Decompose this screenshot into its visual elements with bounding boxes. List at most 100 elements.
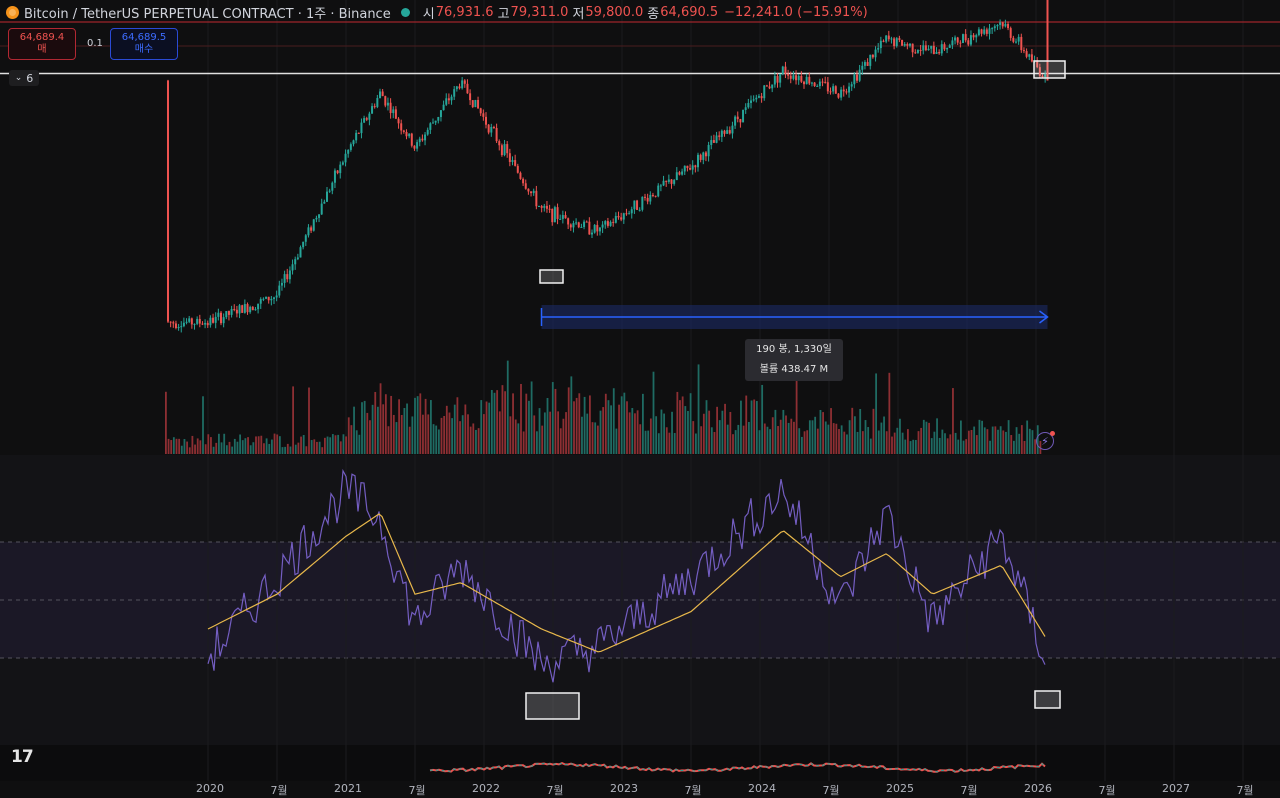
- volume-bar: [178, 438, 181, 454]
- volume-bar: [573, 401, 575, 454]
- candle-body: [848, 86, 851, 93]
- volume-bar: [663, 413, 665, 454]
- candle-body: [225, 311, 228, 318]
- volume-bar: [488, 402, 491, 454]
- candle-body: [273, 297, 275, 299]
- candle-body: [824, 81, 827, 83]
- candle-body: [996, 24, 999, 27]
- volume-bar: [302, 435, 305, 454]
- volume-bar: [806, 430, 809, 454]
- sell-price: 64,689.4: [19, 32, 65, 43]
- x-axis-label: 2020: [196, 782, 224, 795]
- volume-bar: [954, 432, 957, 454]
- volume-bar: [1026, 420, 1029, 454]
- buy-button[interactable]: 64,689.5 매수: [110, 28, 178, 60]
- candle-body: [832, 86, 835, 92]
- volume-bar: [843, 431, 846, 454]
- volume-bar: [930, 438, 933, 454]
- volume-bar: [1013, 440, 1015, 454]
- volume-bar: [888, 372, 891, 454]
- volume-bar: [748, 421, 750, 454]
- candle-body: [779, 73, 782, 83]
- candle-body: [760, 96, 763, 99]
- candle-body: [808, 76, 811, 84]
- volume-bar: [461, 415, 464, 454]
- candle-body: [742, 110, 745, 123]
- volume-bar: [1020, 425, 1023, 454]
- volume-bar: [946, 438, 949, 454]
- candle-body: [172, 322, 175, 324]
- candle-body: [728, 130, 731, 134]
- volume-bar: [610, 405, 612, 454]
- candle-body: [455, 86, 458, 90]
- candle-body: [715, 135, 718, 143]
- candle-body: [922, 45, 925, 51]
- volume-bar: [761, 384, 764, 454]
- candle-body: [474, 99, 477, 108]
- volume-bar: [973, 426, 976, 454]
- volume-bar: [808, 420, 811, 454]
- volume-bar: [1002, 430, 1005, 454]
- candle-body: [916, 50, 919, 53]
- volume-bar: [957, 439, 960, 454]
- candle-body: [447, 98, 450, 101]
- candle-body: [572, 223, 575, 228]
- candle-body: [948, 45, 951, 48]
- candle-body: [312, 219, 315, 231]
- sell-button[interactable]: 64,689.4 매: [8, 28, 76, 60]
- x-axis-label: 2027: [1162, 782, 1190, 795]
- volume-bar: [525, 393, 528, 454]
- x-axis-label: 7월: [408, 784, 426, 797]
- symbol-title[interactable]: Bitcoin / TetherUS PERPETUAL CONTRACT · …: [24, 3, 391, 22]
- candle-body: [667, 179, 670, 182]
- candle-body: [331, 182, 334, 191]
- volume-bar: [660, 409, 663, 454]
- candle-body: [304, 235, 307, 242]
- volume-bar: [777, 426, 779, 454]
- candle-body: [275, 295, 278, 298]
- volume-bar: [827, 424, 830, 454]
- candle-body: [678, 172, 681, 175]
- volume-bar: [559, 428, 562, 454]
- candle-body: [214, 316, 217, 323]
- candle-body: [386, 102, 389, 106]
- candle-body: [977, 29, 980, 36]
- volume-bar: [554, 388, 557, 454]
- volume-bar: [949, 434, 952, 454]
- volume-bar: [612, 388, 615, 454]
- volume-bar: [472, 423, 475, 454]
- tradingview-logo-icon[interactable]: 17: [11, 747, 34, 767]
- volume-bar: [795, 370, 798, 454]
- volume-bar: [838, 429, 840, 454]
- volume-bar: [196, 438, 199, 454]
- volume-bar: [207, 434, 210, 454]
- chart-canvas[interactable]: [0, 0, 1280, 794]
- candle-body: [654, 195, 657, 197]
- candle-body: [598, 227, 601, 232]
- time-axis[interactable]: 2020 7월 2021 7월 2022 7월 2023 7월 2024 7월 2025 7월 2026…: [0, 782, 1280, 797]
- candle-body: [810, 82, 813, 84]
- volume-bar: [361, 402, 363, 454]
- volume-bar: [225, 445, 228, 454]
- volume-bar: [170, 440, 173, 454]
- volume-bar: [970, 429, 973, 454]
- candle-body: [863, 62, 866, 66]
- volume-bar: [390, 395, 393, 454]
- candle-body: [946, 47, 949, 50]
- candle-body: [384, 96, 387, 106]
- volume-bar: [231, 446, 234, 454]
- indicator-toggle-button[interactable]: ⌄ 6: [9, 70, 39, 86]
- volume-bar: [877, 430, 880, 454]
- volume-bar: [581, 416, 583, 454]
- volume-bar: [541, 425, 544, 454]
- candle-body: [315, 217, 318, 220]
- candle-body: [227, 311, 230, 315]
- candle-body: [352, 140, 355, 145]
- candle-body: [408, 133, 411, 137]
- volume-bar: [607, 400, 610, 454]
- candle-body: [964, 34, 967, 41]
- volume-bar: [986, 429, 989, 454]
- candle-body: [326, 191, 328, 202]
- flash-icon[interactable]: ⚡: [1036, 431, 1055, 450]
- candle-body: [919, 50, 922, 52]
